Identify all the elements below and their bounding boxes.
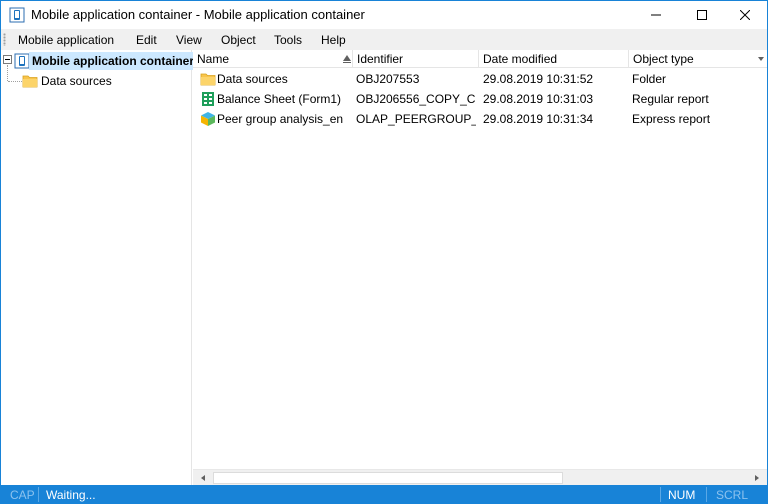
menu-help[interactable]: Help: [321, 33, 346, 47]
folder-icon: [200, 71, 216, 87]
status-separator: [706, 487, 707, 502]
column-header-date-modified[interactable]: Date modified: [479, 50, 629, 68]
column-header-date-label: Date modified: [483, 52, 558, 66]
row-name: Balance Sheet (Form1): [217, 92, 342, 106]
list-row[interactable]: Balance Sheet (Form1) OBJ206556_COPY_C..…: [193, 89, 767, 109]
express-report-icon: [200, 111, 216, 127]
status-cap: CAP: [10, 488, 35, 502]
collapse-toggle-icon[interactable]: [3, 55, 12, 64]
column-header-identifier[interactable]: Identifier: [353, 50, 479, 68]
tree-node-data-sources[interactable]: Data sources: [21, 72, 191, 92]
status-bar: CAP Waiting... NUM SCRL: [0, 485, 768, 504]
column-header-type-label: Object type: [633, 52, 694, 66]
row-name: Peer group analysis_en: [217, 112, 344, 126]
minimize-icon: [651, 14, 661, 16]
column-header-name[interactable]: Name: [193, 50, 353, 68]
column-header-identifier-label: Identifier: [357, 52, 404, 66]
mobile-container-icon: [14, 53, 30, 69]
row-date: 29.08.2019 10:31:52: [483, 72, 594, 86]
menu-bar: Mobile application Edit View Object Tool…: [1, 29, 767, 50]
row-name: Data sources: [217, 72, 288, 86]
chevron-down-icon[interactable]: [758, 57, 764, 61]
menu-tools[interactable]: Tools: [274, 33, 302, 47]
tree-connector: [8, 81, 22, 82]
status-num: NUM: [668, 488, 696, 502]
sort-ascending-icon: [343, 62, 351, 63]
menu-edit[interactable]: Edit: [136, 33, 157, 47]
close-icon: [740, 10, 750, 20]
row-date: 29.08.2019 10:31:34: [483, 112, 594, 126]
row-identifier: OBJ207553: [356, 72, 420, 86]
menu-view[interactable]: View: [176, 33, 202, 47]
tree-node-data-sources-label: Data sources: [41, 74, 112, 88]
window-title: Mobile application container - Mobile ap…: [31, 7, 365, 22]
close-button[interactable]: [722, 1, 768, 29]
app-icon: [9, 7, 25, 23]
folder-icon: [22, 73, 38, 89]
scrollbar-thumb[interactable]: [213, 472, 563, 484]
tree-node-root-label: Mobile application container: [29, 52, 199, 70]
row-type: Folder: [632, 72, 667, 86]
row-identifier: OLAP_PEERGROUP_C...: [356, 112, 476, 126]
list-row[interactable]: Peer group analysis_en OLAP_PEERGROUP_C.…: [193, 109, 767, 129]
status-separator: [38, 487, 39, 502]
menu-object[interactable]: Object: [221, 33, 256, 47]
row-identifier: OBJ206556_COPY_C...: [356, 92, 476, 106]
maximize-button[interactable]: [679, 1, 725, 29]
list-row[interactable]: Data sources OBJ207553 29.08.2019 10:31:…: [193, 69, 767, 89]
tree-node-root[interactable]: Mobile application container: [1, 51, 199, 71]
status-scrl: SCRL: [716, 488, 749, 502]
list-header: Name Identifier Date modified Object typ…: [193, 50, 767, 68]
minimize-button[interactable]: [633, 1, 679, 29]
menu-mobile-application[interactable]: Mobile application: [18, 33, 114, 47]
regular-report-icon: [200, 91, 216, 107]
status-message: Waiting...: [46, 488, 96, 502]
menu-grip-icon[interactable]: [3, 33, 6, 46]
title-bar[interactable]: Mobile application container - Mobile ap…: [1, 1, 767, 29]
row-type: Express report: [632, 112, 711, 126]
app-window: Mobile application container - Mobile ap…: [0, 0, 768, 504]
navigation-tree: Mobile application container Data source…: [1, 50, 199, 485]
tree-connector: [7, 65, 8, 81]
column-header-object-type[interactable]: Object type: [629, 50, 767, 68]
object-list: Name Identifier Date modified Object typ…: [193, 50, 767, 485]
sort-ascending-icon: [343, 55, 351, 61]
column-header-name-label: Name: [197, 52, 230, 66]
row-type: Regular report: [632, 92, 709, 106]
status-separator: [660, 487, 661, 502]
horizontal-scrollbar[interactable]: [193, 469, 767, 486]
maximize-icon: [697, 10, 707, 20]
row-date: 29.08.2019 10:31:03: [483, 92, 594, 106]
